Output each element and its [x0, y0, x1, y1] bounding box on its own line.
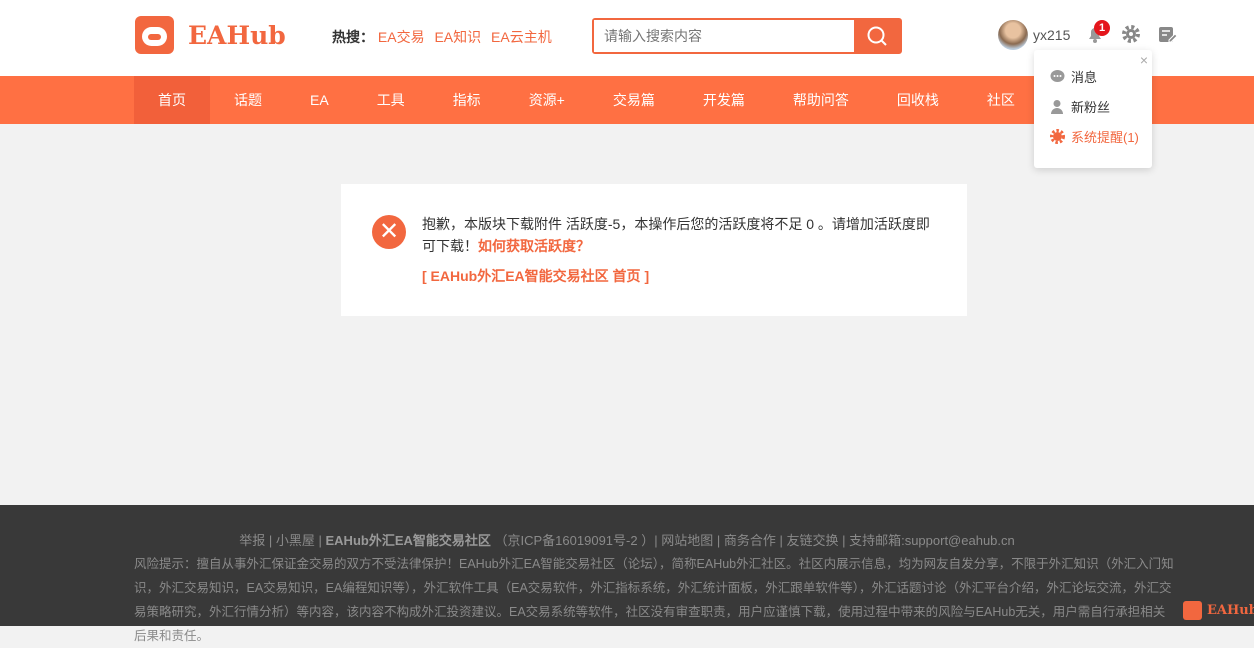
search-button[interactable] — [854, 20, 900, 52]
search-icon — [867, 26, 887, 46]
dropdown-item-label: 系统提醒(1) — [1071, 130, 1139, 145]
search-input[interactable] — [594, 20, 854, 52]
footer-link-report[interactable]: 举报 — [239, 533, 265, 548]
system-gear-icon — [1050, 129, 1065, 144]
community-home-link[interactable]: [ EAHub外汇EA智能交易社区 首页 ] — [422, 266, 649, 286]
footer: 举报 | 小黑屋 | EAHub外汇EA智能交易社区 （京ICP备1601909… — [0, 505, 1254, 643]
footer-logo-text: EAHub — [1207, 603, 1254, 618]
dropdown-item-followers[interactable]: 新粉丝 — [1050, 97, 1110, 116]
username[interactable]: yx215 — [1033, 27, 1070, 43]
notification-dropdown: × 消息 新粉丝 系统提醒(1) — [1034, 50, 1152, 168]
close-icon[interactable]: × — [1140, 52, 1148, 68]
logo[interactable]: EAHub — [135, 16, 286, 54]
hot-link[interactable]: EA知识 — [434, 29, 481, 45]
dropdown-item-messages[interactable]: 消息 — [1050, 67, 1097, 86]
nav-tools[interactable]: 工具 — [353, 76, 429, 124]
dropdown-item-label: 新粉丝 — [1071, 100, 1111, 115]
error-message-box: ✕ 抱歉，本版块下载附件 活跃度-5，本操作后您的活跃度将不足 0 。请增加活跃… — [341, 184, 967, 316]
nav-indicators[interactable]: 指标 — [429, 76, 505, 124]
nav-development[interactable]: 开发篇 — [679, 76, 769, 124]
nav-recycle[interactable]: 回收栈 — [873, 76, 963, 124]
nav-community[interactable]: 社区 — [963, 76, 1039, 124]
logo-text: EAHub — [188, 20, 286, 50]
notification-badge: 1 — [1094, 20, 1110, 36]
search-box — [592, 18, 902, 54]
nav-topics[interactable]: 话题 — [210, 76, 286, 124]
hot-link[interactable]: EA云主机 — [491, 29, 552, 45]
footer-link-blacklist[interactable]: 小黑屋 — [276, 533, 315, 548]
chat-icon — [1050, 70, 1065, 82]
nav-ea[interactable]: EA — [286, 76, 353, 124]
how-to-get-activity-link[interactable]: 如何获取活跃度？ — [478, 238, 590, 254]
user-menu[interactable]: yx215 — [998, 20, 1070, 50]
footer-icp[interactable]: （京ICP备16019091号-2 ） — [495, 533, 655, 548]
robot-logo-icon — [1183, 601, 1202, 620]
edit-icon — [1159, 27, 1178, 43]
footer-link-sitemap[interactable]: 网站地图 — [661, 533, 713, 548]
hot-search: 热搜： EA交易 EA知识 EA云主机 — [332, 27, 558, 47]
post-button[interactable] — [1157, 24, 1178, 44]
dropdown-item-system[interactable]: 系统提醒(1) — [1050, 127, 1139, 146]
hot-search-label: 热搜： — [332, 29, 374, 45]
nav-trading[interactable]: 交易篇 — [589, 76, 679, 124]
nav-help[interactable]: 帮助问答 — [769, 76, 873, 124]
dropdown-item-label: 消息 — [1071, 70, 1098, 85]
error-message: 抱歉，本版块下载附件 活跃度-5，本操作后您的活跃度将不足 0 。请增加活跃度即… — [422, 213, 942, 257]
footer-logo: EAHub — [1183, 601, 1254, 620]
nav-resources[interactable]: 资源+ — [505, 76, 589, 124]
avatar[interactable] — [998, 20, 1028, 50]
error-icon: ✕ — [372, 215, 406, 249]
footer-link-business[interactable]: 商务合作 — [724, 533, 776, 548]
robot-logo-icon — [135, 16, 174, 54]
notification-button[interactable]: 1 — [1085, 20, 1110, 44]
footer-site-name[interactable]: EAHub外汇EA智能交易社区 — [326, 533, 491, 548]
nav-home[interactable]: 首页 — [134, 76, 210, 124]
hot-link[interactable]: EA交易 — [378, 29, 425, 45]
settings-button[interactable] — [1121, 24, 1141, 44]
gear-icon — [1122, 25, 1140, 43]
risk-notice: 风险提示：擅自从事外汇保证金交易的双方不受法律保护！EAHub外汇EA智能交易社… — [134, 557, 1174, 643]
footer-link-friends[interactable]: 友链交换 — [786, 533, 838, 548]
footer-support-email[interactable]: 支持邮箱:support@eahub.cn — [849, 533, 1015, 548]
user-icon — [1051, 100, 1063, 114]
